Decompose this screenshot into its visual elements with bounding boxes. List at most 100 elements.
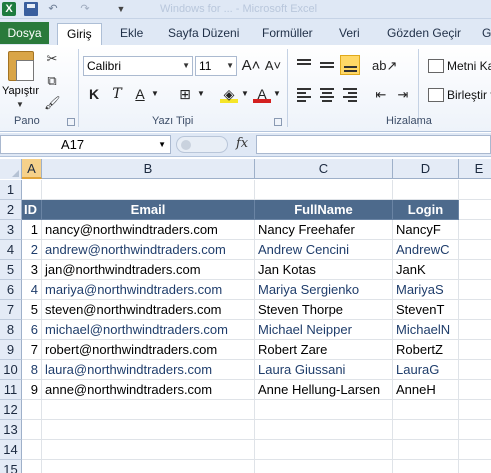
redo-icon[interactable]: ↷ xyxy=(78,2,92,16)
row-header[interactable]: 12 xyxy=(0,400,22,420)
merge-center-button[interactable]: Birleştir v xyxy=(447,88,491,102)
orientation-icon[interactable]: ab↗ xyxy=(372,57,397,75)
cell-empty[interactable] xyxy=(393,440,459,460)
font-color-dropdown-icon[interactable]: ▼ xyxy=(272,85,282,103)
cell-fullname[interactable]: Michael Neipper xyxy=(255,320,393,340)
insert-function-icon[interactable]: fx xyxy=(236,136,248,151)
cell-id[interactable]: 9 xyxy=(22,380,42,400)
table-header-cell[interactable]: FullName xyxy=(255,200,393,220)
wrap-text-icon[interactable] xyxy=(428,59,444,73)
cell-id[interactable]: 4 xyxy=(22,280,42,300)
cell-empty[interactable] xyxy=(459,360,491,380)
underline-button[interactable]: A xyxy=(131,85,149,103)
cell-fullname[interactable]: Steven Thorpe xyxy=(255,300,393,320)
cell-email[interactable]: mariya@northwindtraders.com xyxy=(42,280,255,300)
cell-email[interactable]: nancy@northwindtraders.com xyxy=(42,220,255,240)
italic-button[interactable]: T xyxy=(108,85,126,103)
cell-empty[interactable] xyxy=(459,200,491,220)
cell-fullname[interactable]: Mariya Sergienko xyxy=(255,280,393,300)
align-left-icon[interactable] xyxy=(295,86,313,104)
fill-color-dropdown-icon[interactable]: ▼ xyxy=(240,85,250,103)
table-header-cell[interactable]: Email xyxy=(42,200,255,220)
cell-fullname[interactable]: Robert Zare xyxy=(255,340,393,360)
tab-review[interactable]: Gözden Geçir xyxy=(387,23,461,45)
grow-font-icon[interactable]: A˄ xyxy=(241,57,261,75)
cell-empty[interactable] xyxy=(459,280,491,300)
shrink-font-icon[interactable]: A˅ xyxy=(263,57,283,75)
tab-formulas[interactable]: Formüller xyxy=(262,23,313,45)
row-header[interactable]: 1 xyxy=(0,180,22,200)
table-header-cell[interactable]: Login xyxy=(393,200,459,220)
borders-icon[interactable]: ⊞ xyxy=(176,85,194,103)
formula-input[interactable] xyxy=(256,135,491,154)
column-header-d[interactable]: D xyxy=(393,159,459,179)
tab-insert[interactable]: Ekle xyxy=(120,23,143,45)
cell-empty[interactable] xyxy=(255,420,393,440)
row-header[interactable]: 8 xyxy=(0,320,22,340)
cell-empty[interactable] xyxy=(42,400,255,420)
cell-email[interactable]: michael@northwindtraders.com xyxy=(42,320,255,340)
borders-dropdown-icon[interactable]: ▼ xyxy=(196,85,206,103)
cell-fullname[interactable]: Anne Hellung-Larsen xyxy=(255,380,393,400)
underline-dropdown-icon[interactable]: ▼ xyxy=(150,85,160,103)
cell-fullname[interactable]: Andrew Cencini xyxy=(255,240,393,260)
tab-file[interactable]: Dosya xyxy=(0,22,49,44)
cell-email[interactable]: andrew@northwindtraders.com xyxy=(42,240,255,260)
align-center-icon[interactable] xyxy=(318,86,336,104)
clipboard-launcher-icon[interactable] xyxy=(67,118,75,126)
row-header[interactable]: 9 xyxy=(0,340,22,360)
cell-empty[interactable] xyxy=(393,460,459,473)
cut-icon[interactable]: ✂ xyxy=(44,51,60,67)
cell-id[interactable]: 7 xyxy=(22,340,42,360)
cell-empty[interactable] xyxy=(459,400,491,420)
cell-id[interactable]: 2 xyxy=(22,240,42,260)
table-header-cell[interactable]: ID xyxy=(22,200,42,220)
cell-id[interactable]: 5 xyxy=(22,300,42,320)
cell-empty[interactable] xyxy=(42,440,255,460)
column-header-c[interactable]: C xyxy=(255,159,393,179)
row-header[interactable]: 5 xyxy=(0,260,22,280)
cell-empty[interactable] xyxy=(459,240,491,260)
format-painter-icon[interactable]: 🖌 xyxy=(44,95,61,111)
column-header-b[interactable]: B xyxy=(42,159,255,179)
row-header[interactable]: 14 xyxy=(0,440,22,460)
align-top-icon[interactable] xyxy=(295,56,313,74)
cell-id[interactable]: 3 xyxy=(22,260,42,280)
tab-view[interactable]: G xyxy=(482,23,491,45)
cell-empty[interactable] xyxy=(459,300,491,320)
cell-fullname[interactable]: Laura Giussani xyxy=(255,360,393,380)
column-header-a[interactable]: A xyxy=(22,159,42,179)
copy-icon[interactable]: ⧉ xyxy=(44,73,60,89)
cell-id[interactable]: 8 xyxy=(22,360,42,380)
tab-data[interactable]: Veri xyxy=(339,23,360,45)
font-color-icon[interactable]: A xyxy=(253,85,271,103)
cell-login[interactable]: RobertZ xyxy=(393,340,459,360)
bold-button[interactable]: K xyxy=(85,85,103,103)
cell-email[interactable]: jan@northwindtraders.com xyxy=(42,260,255,280)
formula-bar-splitter[interactable] xyxy=(176,136,228,153)
fill-color-icon[interactable]: ◈ xyxy=(220,85,238,103)
merge-center-icon[interactable] xyxy=(428,88,444,102)
font-launcher-icon[interactable] xyxy=(274,118,282,126)
cell-email[interactable]: robert@northwindtraders.com xyxy=(42,340,255,360)
row-header[interactable]: 3 xyxy=(0,220,22,240)
paste-button-label[interactable]: Yapıştır xyxy=(2,85,39,97)
cell-login[interactable]: MichaelN xyxy=(393,320,459,340)
cell-empty[interactable] xyxy=(255,400,393,420)
cell-empty[interactable] xyxy=(459,260,491,280)
save-icon[interactable] xyxy=(24,2,38,16)
paste-dropdown-icon[interactable]: ▼ xyxy=(16,100,24,109)
row-header[interactable]: 10 xyxy=(0,360,22,380)
cell-empty[interactable] xyxy=(255,180,393,200)
cell-empty[interactable] xyxy=(459,420,491,440)
undo-icon[interactable]: ↶ xyxy=(46,2,60,16)
cell-login[interactable]: AndrewC xyxy=(393,240,459,260)
cell-empty[interactable] xyxy=(393,420,459,440)
cell-empty[interactable] xyxy=(42,180,255,200)
row-header[interactable]: 4 xyxy=(0,240,22,260)
wrap-text-button[interactable]: Metni Ka xyxy=(447,59,491,73)
row-header[interactable]: 11 xyxy=(0,380,22,400)
cell-empty[interactable] xyxy=(459,220,491,240)
align-middle-icon[interactable] xyxy=(318,56,336,74)
cell-id[interactable]: 6 xyxy=(22,320,42,340)
